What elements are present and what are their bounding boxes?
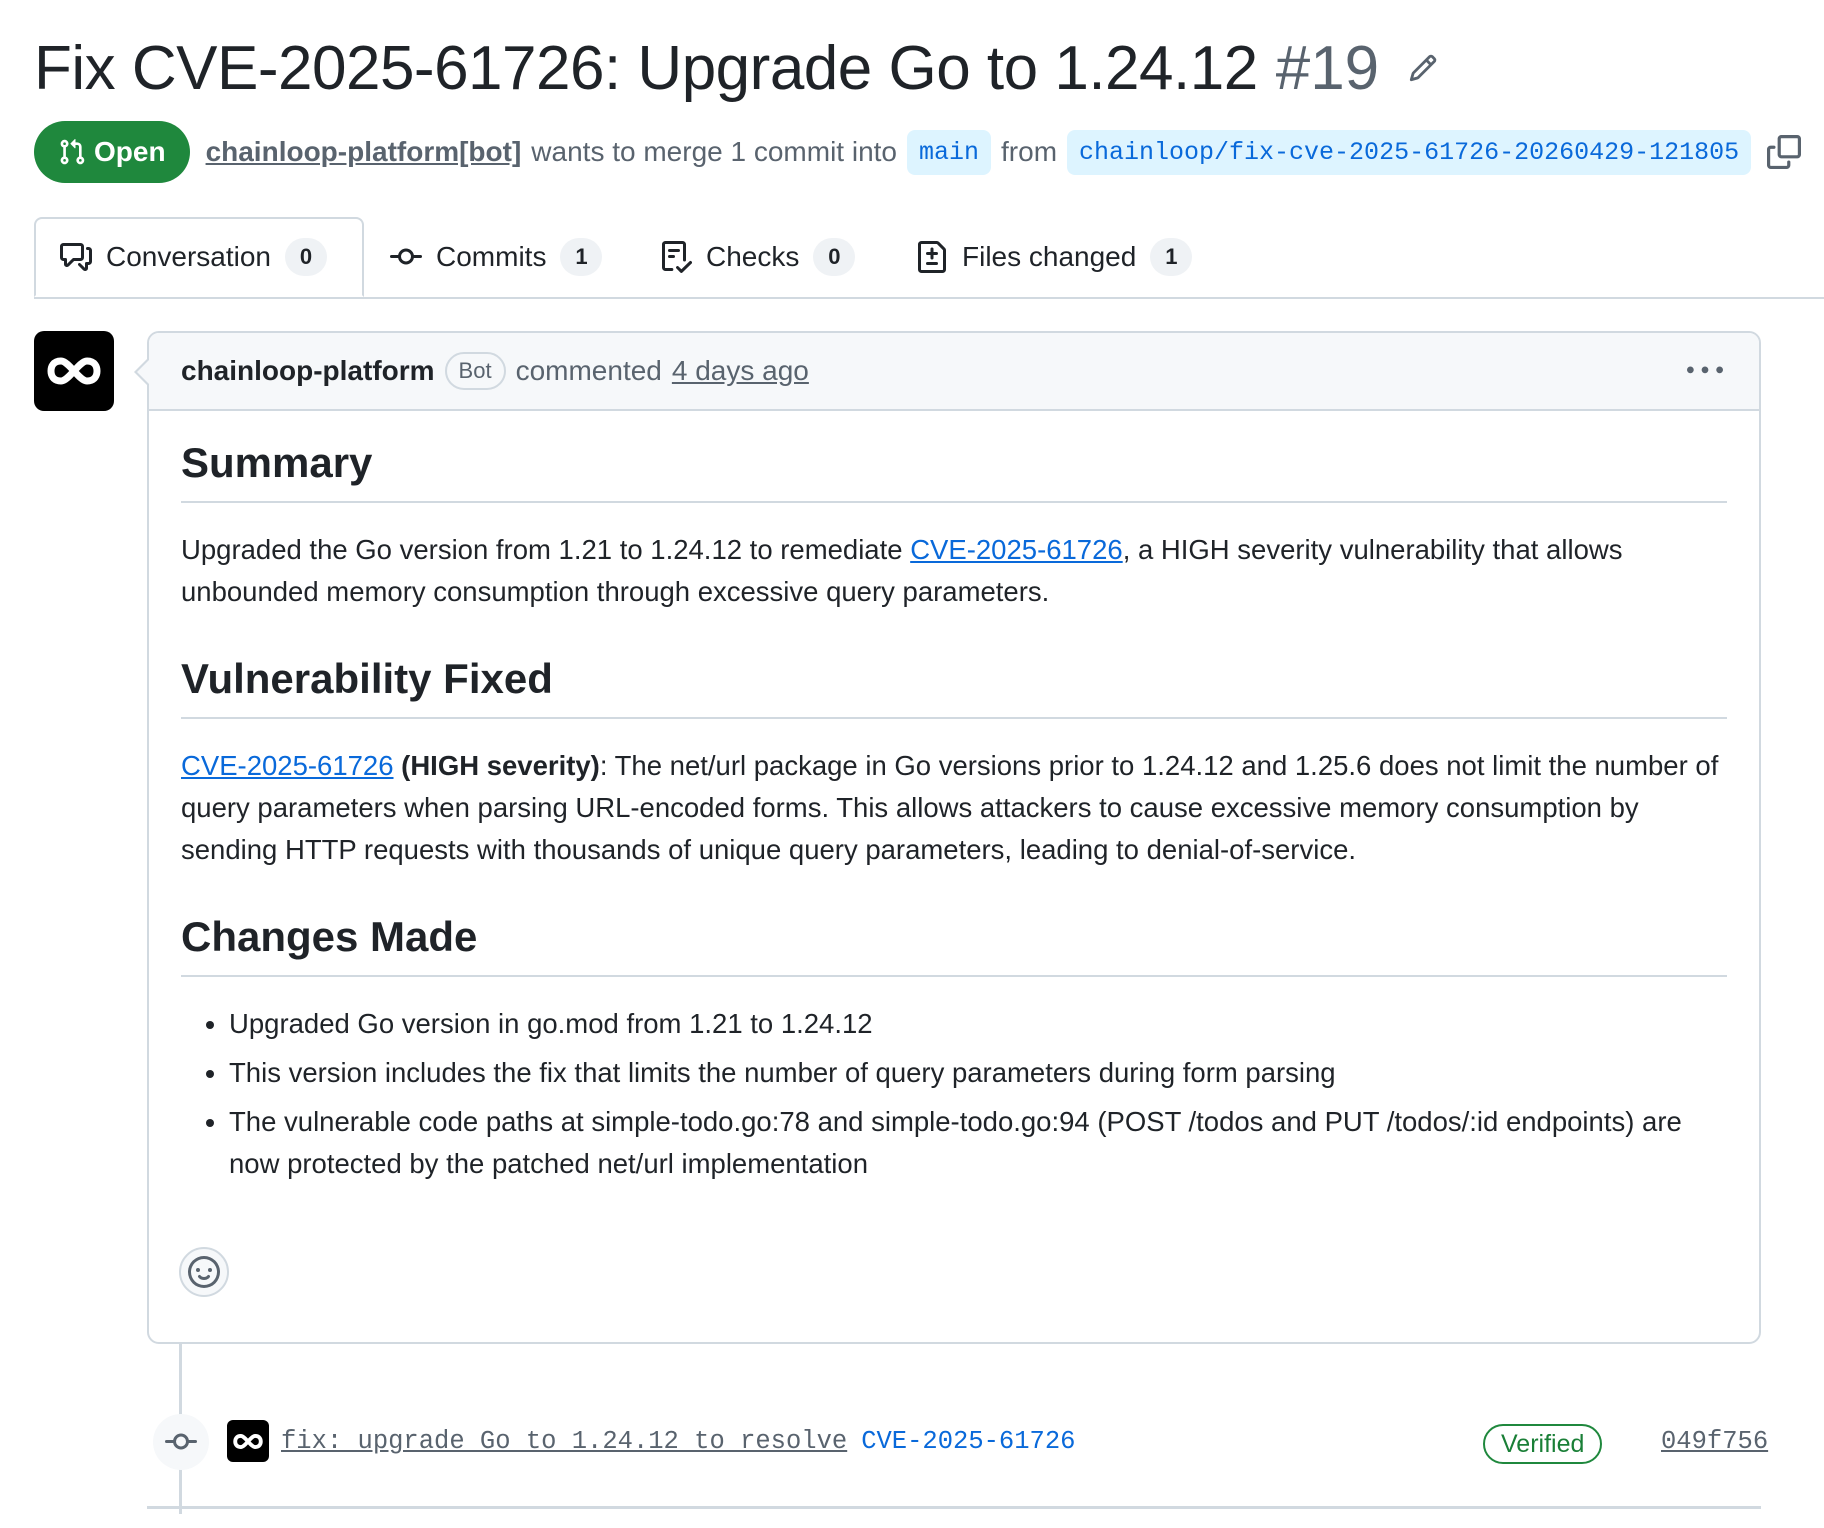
timeline-commit-badge — [153, 1414, 209, 1470]
commit-sha-link[interactable]: 049f756 — [1661, 1422, 1768, 1462]
pr-meta-row: Open chainloop-platform[bot] wants to me… — [34, 120, 1804, 184]
comment-options-button[interactable] — [1683, 349, 1727, 393]
severity-label: (HIGH severity) — [393, 750, 600, 781]
commit-message-link[interactable]: fix: upgrade Go to 1.24.12 to resolve — [281, 1427, 847, 1456]
copy-icon — [1767, 135, 1801, 169]
git-commit-icon — [390, 248, 422, 265]
pr-title-row: Fix CVE-2025-61726: Upgrade Go to 1.24.1… — [34, 28, 1441, 108]
checklist-icon — [662, 241, 692, 273]
list-item: Upgraded Go version in go.mod from 1.21 … — [229, 1003, 1727, 1045]
verified-badge[interactable]: Verified — [1483, 1424, 1603, 1464]
changes-list: Upgraded Go version in go.mod from 1.21 … — [181, 1003, 1727, 1185]
tab-checks[interactable]: Checks 0 — [660, 217, 856, 297]
comment-body: Summary Upgraded the Go version from 1.2… — [149, 439, 1759, 1185]
comment-discussion-icon — [60, 243, 92, 271]
base-branch[interactable]: main — [907, 129, 992, 175]
from-text: from — [1001, 136, 1058, 167]
vulnerability-heading: Vulnerability Fixed — [181, 655, 1727, 719]
infinity-logo-icon — [47, 357, 101, 385]
tab-commits-label: Commits — [436, 241, 547, 272]
tab-files-changed-count: 1 — [1150, 238, 1193, 276]
vulnerability-cve-link[interactable]: CVE-2025-61726 — [181, 750, 394, 781]
infinity-logo-icon — [233, 1433, 263, 1449]
edit-title-button[interactable] — [1405, 50, 1441, 86]
merge-text: wants to merge 1 commit into — [531, 136, 897, 167]
comment-timestamp[interactable]: 4 days ago — [672, 355, 809, 387]
summary-text-before: Upgraded the Go version from 1.21 to 1.2… — [181, 534, 911, 565]
smiley-icon — [188, 1256, 220, 1288]
pr-number: #19 — [1275, 33, 1380, 103]
pr-tabs: Conversation 0 Commits 1 Checks 0 Files … — [34, 217, 1824, 299]
pr-state-label: Open — [94, 136, 166, 167]
tab-files-changed-label: Files changed — [962, 241, 1137, 272]
git-pull-request-icon — [60, 139, 85, 165]
commit-message: fix: upgrade Go to 1.24.12 to resolve CVE… — [281, 1422, 1075, 1462]
file-diff-icon — [918, 241, 946, 273]
summary-cve-link[interactable]: CVE-2025-61726 — [910, 534, 1123, 565]
bot-label: Bot — [444, 352, 506, 390]
tab-conversation[interactable]: Conversation 0 — [34, 217, 364, 297]
copy-branch-button[interactable] — [1764, 132, 1804, 172]
kebab-horizontal-icon — [1687, 366, 1723, 374]
list-item: This version includes the fix that limit… — [229, 1052, 1727, 1094]
timeline-divider — [147, 1506, 1761, 1509]
comment-header: chainloop-platform Bot commented 4 days … — [149, 333, 1759, 411]
tab-conversation-count: 0 — [284, 238, 327, 276]
summary-heading: Summary — [181, 439, 1727, 503]
comment-box: chainloop-platform Bot commented 4 days … — [147, 331, 1761, 1344]
summary-paragraph: Upgraded the Go version from 1.21 to 1.2… — [181, 529, 1727, 613]
head-branch[interactable]: chainloop/fix-cve-2025-61726-20260429-12… — [1067, 129, 1752, 175]
tab-files-changed[interactable]: Files changed 1 — [916, 217, 1193, 297]
changes-heading: Changes Made — [181, 913, 1727, 977]
git-commit-icon — [165, 1433, 197, 1450]
vulnerability-paragraph: CVE-2025-61726 (HIGH severity): The net/… — [181, 745, 1727, 871]
avatar[interactable] — [34, 331, 114, 411]
commit-avatar[interactable] — [227, 1420, 269, 1462]
tab-checks-count: 0 — [813, 238, 856, 276]
comment-author[interactable]: chainloop-platform — [181, 355, 435, 387]
tab-conversation-label: Conversation — [106, 241, 271, 272]
list-item: The vulnerable code paths at simple-todo… — [229, 1101, 1727, 1185]
comment-arrow-inner — [137, 360, 149, 384]
tab-commits[interactable]: Commits 1 — [390, 217, 603, 297]
tab-commits-count: 1 — [560, 238, 603, 276]
pr-author-link[interactable]: chainloop-platform[bot] — [206, 136, 522, 168]
pr-title: Fix CVE-2025-61726: Upgrade Go to 1.24.1… — [34, 33, 1258, 103]
pencil-icon — [1410, 54, 1437, 82]
comment-action: commented — [515, 355, 662, 386]
pr-state-badge: Open — [34, 121, 190, 183]
tab-checks-label: Checks — [706, 241, 800, 272]
add-reaction-button[interactable] — [179, 1247, 229, 1297]
commit-cve-link[interactable]: CVE-2025-61726 — [861, 1427, 1075, 1456]
